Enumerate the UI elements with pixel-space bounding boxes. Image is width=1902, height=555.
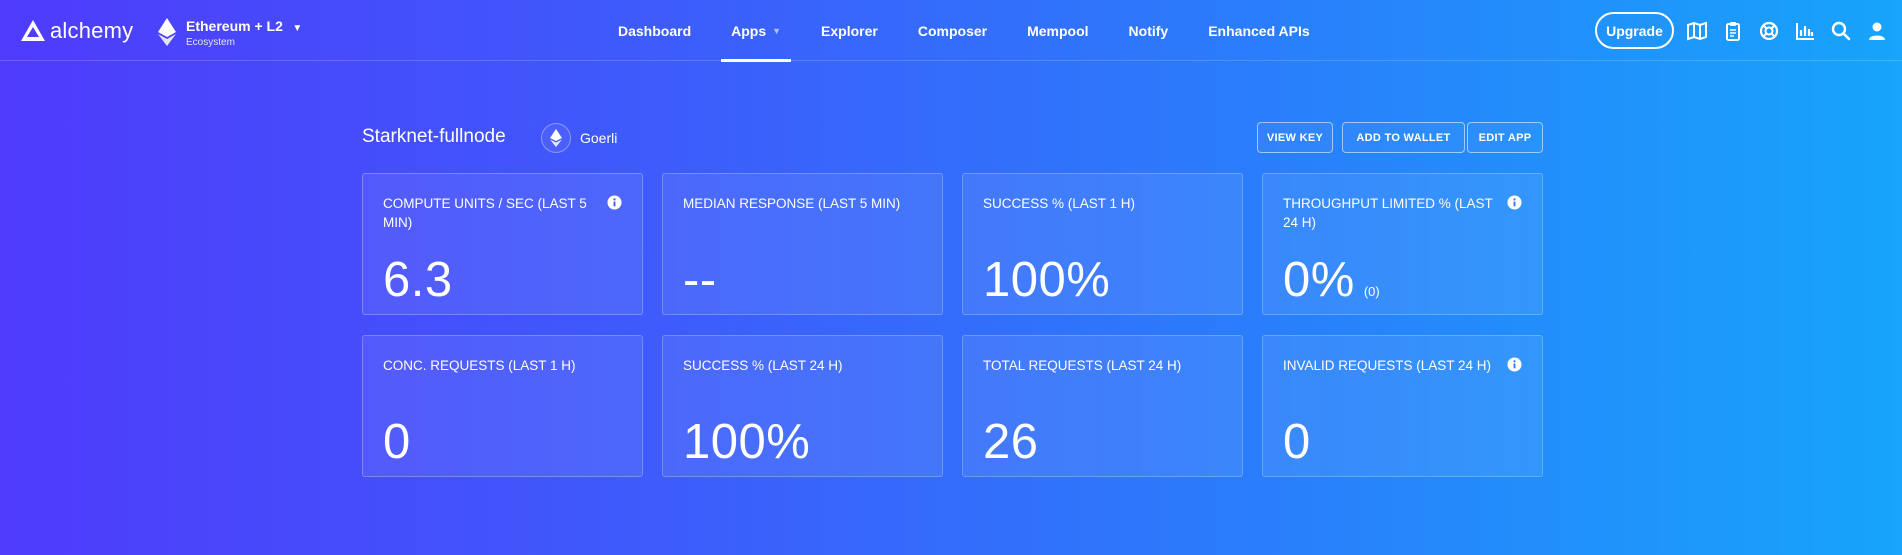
stat-card-concurrent-requests: CONC. REQUESTS (LAST 1 H) 0 [362, 335, 643, 477]
edit-app-button[interactable]: EDIT APP [1467, 122, 1543, 153]
nav-notify[interactable]: Notify [1109, 0, 1189, 61]
search-icon[interactable] [1830, 20, 1852, 42]
stat-card-compute-units: COMPUTE UNITS / SEC (LAST 5 MIN) 6.3 [362, 173, 643, 315]
caret-down-icon: ▼ [292, 23, 303, 34]
ethereum-icon [541, 123, 571, 153]
nav-dashboard[interactable]: Dashboard [598, 0, 711, 61]
view-key-button[interactable]: VIEW KEY [1257, 122, 1333, 153]
stat-value: 100% [983, 252, 1110, 308]
network-name: Ethereum + L2 [186, 18, 283, 34]
stat-card-invalid-requests: INVALID REQUESTS (LAST 24 H) 0 [1262, 335, 1543, 477]
stat-value: 0 [1283, 414, 1311, 470]
support-icon[interactable] [1758, 20, 1780, 42]
nav-enhanced-apis[interactable]: Enhanced APIs [1188, 0, 1329, 61]
stat-title: SUCCESS % (LAST 24 H) [683, 358, 843, 373]
stat-value: 0 [383, 414, 411, 470]
stat-value: 26 [983, 414, 1039, 470]
stat-value: 6.3 [383, 252, 453, 308]
nav-apps-label: Apps [731, 22, 767, 39]
stat-title: THROUGHPUT LIMITED % (LAST 24 H) [1283, 196, 1493, 230]
nav-explorer[interactable]: Explorer [801, 0, 898, 61]
brand-name: alchemy [50, 18, 134, 43]
info-icon[interactable] [1507, 357, 1522, 372]
alchemy-logo[interactable]: alchemy [20, 16, 133, 46]
info-icon[interactable] [1507, 195, 1522, 210]
stat-value-text: -- [683, 253, 717, 307]
top-navigation-bar: alchemy Ethereum + L2 ▼ Ecosystem Dashbo… [0, 0, 1902, 62]
stat-card-success-24h: SUCCESS % (LAST 24 H) 100% [662, 335, 943, 477]
stat-value-text: 6.3 [383, 253, 453, 307]
app-network-label: Goerli [580, 130, 618, 146]
stat-title: TOTAL REQUESTS (LAST 24 H) [983, 358, 1182, 373]
stat-value-text: 100% [683, 415, 811, 469]
chevron-down-icon: ▼ [772, 25, 782, 36]
ethereum-icon [158, 18, 176, 46]
add-to-wallet-button[interactable]: ADD TO WALLET [1342, 122, 1465, 153]
stat-title: COMPUTE UNITS / SEC (LAST 5 MIN) [383, 196, 587, 230]
clipboard-icon[interactable] [1722, 20, 1744, 42]
nav-composer[interactable]: Composer [898, 0, 1007, 61]
stat-value-text: 26 [983, 415, 1039, 469]
stat-value-text: 100% [983, 253, 1111, 307]
stat-value: 0% (0) [1283, 252, 1380, 320]
header-tools [1686, 20, 1902, 42]
network-subtitle: Ecosystem [186, 37, 235, 48]
upgrade-button[interactable]: Upgrade [1595, 12, 1674, 49]
user-icon[interactable] [1866, 20, 1888, 42]
stat-value: 100% [683, 414, 810, 470]
main-nav: Dashboard Apps ▼ Explorer Composer Mempo… [598, 0, 1330, 62]
nav-mempool[interactable]: Mempool [1007, 0, 1108, 61]
chart-icon[interactable] [1794, 20, 1816, 42]
stat-title: INVALID REQUESTS (LAST 24 H) [1283, 358, 1492, 373]
stat-subvalue: (0) [1363, 284, 1380, 299]
stat-title: CONC. REQUESTS (LAST 1 H) [383, 358, 576, 373]
stat-card-total-requests: TOTAL REQUESTS (LAST 24 H) 26 [962, 335, 1243, 477]
network-selector[interactable]: Ethereum + L2 ▼ Ecosystem [158, 18, 302, 49]
app-name: Starknet-fullnode [362, 126, 506, 147]
info-icon[interactable] [607, 195, 622, 210]
stat-title: MEDIAN RESPONSE (LAST 5 MIN) [683, 196, 901, 211]
stat-value-text: 0% [1283, 253, 1355, 307]
alchemy-logo-icon [21, 20, 45, 41]
stat-value-text: 0 [1283, 415, 1311, 469]
nav-apps[interactable]: Apps ▼ [711, 0, 801, 62]
stat-title: SUCCESS % (LAST 1 H) [983, 196, 1136, 211]
stat-card-success-1h: SUCCESS % (LAST 1 H) 100% [962, 173, 1243, 315]
stat-value-text: 0 [383, 415, 411, 469]
stat-card-throughput-limited: THROUGHPUT LIMITED % (LAST 24 H) 0% (0) [1262, 173, 1543, 315]
app-network-badge: Goerli [541, 123, 617, 153]
stat-value: -- [683, 252, 717, 308]
map-icon[interactable] [1686, 20, 1708, 42]
stat-card-median-response: MEDIAN RESPONSE (LAST 5 MIN) -- [662, 173, 943, 315]
